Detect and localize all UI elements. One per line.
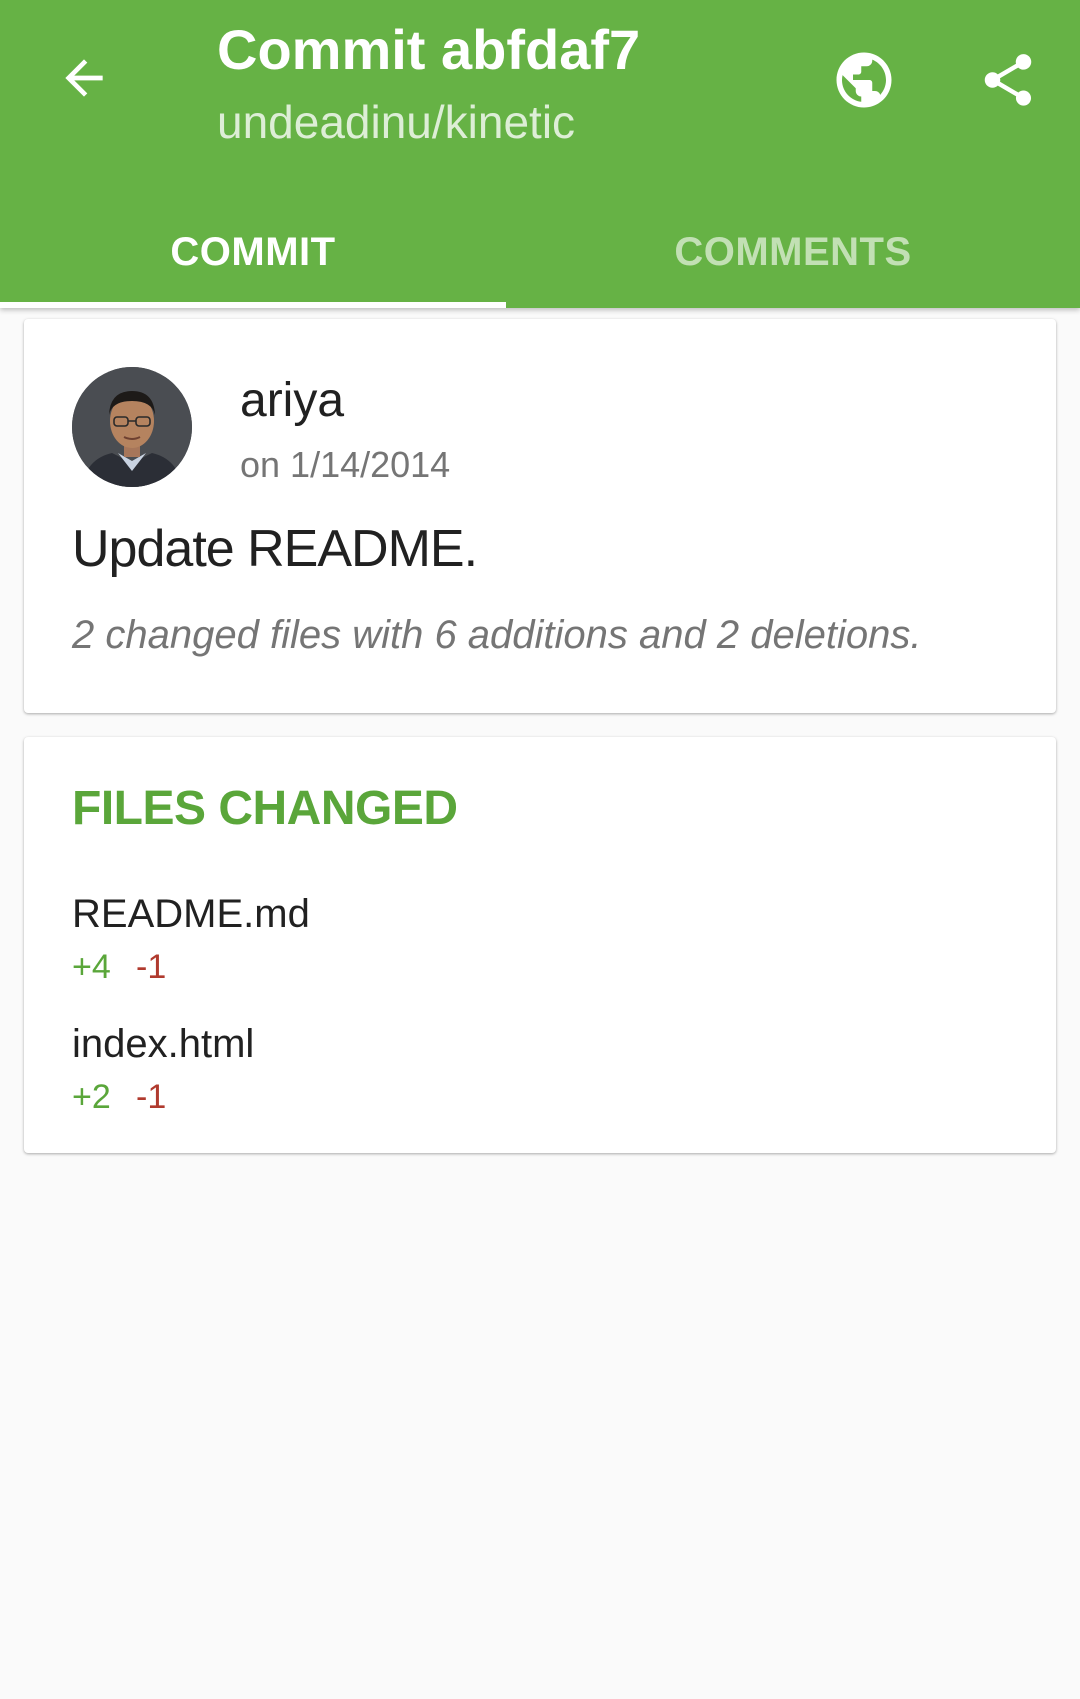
tab-commit[interactable]: COMMIT: [0, 196, 506, 308]
commit-message: Update README.: [72, 520, 478, 578]
selected-tab-indicator: [0, 302, 506, 308]
file-deletions: -1: [136, 1078, 167, 1116]
globe-icon: [836, 52, 892, 108]
file-additions: +2: [72, 1078, 111, 1116]
arrow-back-icon: [65, 59, 103, 97]
page-title: Commit abfdaf7: [217, 18, 641, 81]
app-bar: Commit abfdaf7 undeadinu/kinetic COMMIT …: [0, 0, 1080, 308]
commit-stats: 2 changed files with 6 additions and 2 d…: [72, 613, 922, 657]
file-item[interactable]: README.md +4 -1: [72, 889, 1008, 1009]
author-portrait: [72, 367, 192, 487]
back-button[interactable]: [50, 44, 118, 112]
share-icon: [984, 54, 1032, 106]
files-changed-heading: FILES CHANGED: [72, 782, 458, 835]
open-in-browser-button[interactable]: [828, 44, 900, 116]
tab-comments[interactable]: COMMENTS: [506, 196, 1080, 308]
file-additions: +4: [72, 948, 111, 986]
file-deletions: -1: [136, 948, 167, 986]
repo-subtitle: undeadinu/kinetic: [217, 96, 576, 148]
files-changed-card: FILES CHANGED README.md +4 -1 index.html…: [24, 737, 1056, 1153]
avatar[interactable]: [72, 367, 192, 487]
tab-bar: COMMIT COMMENTS: [0, 196, 1080, 308]
file-name: index.html: [72, 1022, 255, 1066]
author-name[interactable]: ariya: [240, 373, 344, 429]
share-button[interactable]: [972, 44, 1044, 116]
file-item[interactable]: index.html +2 -1: [72, 1019, 1008, 1139]
commit-card: ariya on 1/14/2014 Update README. 2 chan…: [24, 319, 1056, 713]
file-name: README.md: [72, 892, 310, 936]
commit-date: on 1/14/2014: [240, 444, 451, 485]
